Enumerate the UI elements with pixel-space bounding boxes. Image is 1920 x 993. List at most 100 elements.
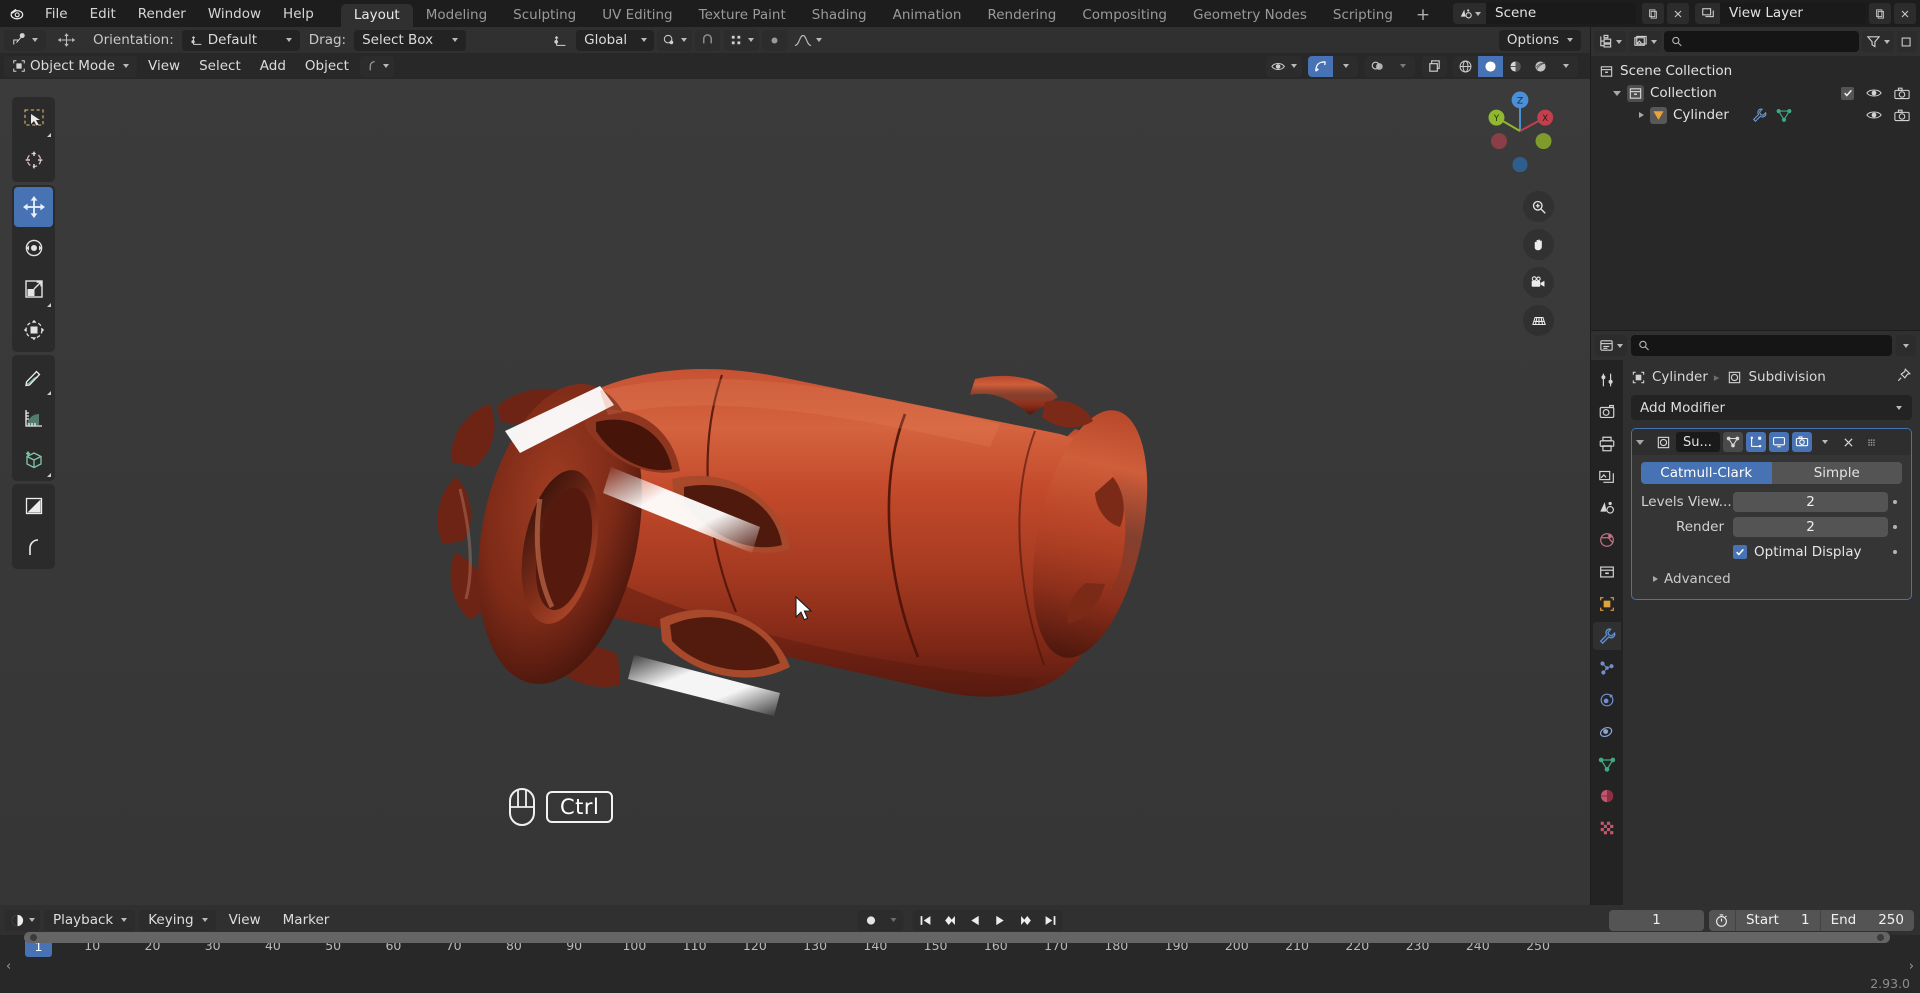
overlays-options-chevron[interactable]	[1390, 56, 1415, 77]
outliner-search-box[interactable]	[1664, 31, 1859, 52]
menu-help[interactable]: Help	[272, 3, 325, 25]
optimal-display-checkbox[interactable]	[1733, 545, 1747, 559]
gizmo-toggle-group[interactable]	[1308, 55, 1358, 77]
disclosure-triangle-icon[interactable]	[1653, 576, 1658, 582]
animate-property-dot[interactable]	[1888, 524, 1902, 529]
rendered-shading-icon[interactable]	[1528, 56, 1553, 77]
active-tool-icon[interactable]	[4, 29, 46, 51]
outliner-filter-dropdown[interactable]	[1862, 31, 1894, 52]
collection-checkbox[interactable]	[1841, 86, 1854, 100]
wrench-icon[interactable]	[1751, 107, 1767, 123]
object-data-tab[interactable]	[1593, 750, 1621, 778]
realtime-display-toggle[interactable]	[1769, 432, 1789, 452]
visibility-dropdown[interactable]	[1266, 55, 1302, 77]
current-frame-field[interactable]: 1	[1608, 909, 1704, 931]
tab-compositing[interactable]: Compositing	[1069, 4, 1180, 27]
eye-icon[interactable]	[1866, 109, 1882, 121]
pivot-point-dropdown[interactable]	[657, 29, 693, 51]
snap-magnet-icon[interactable]	[695, 30, 720, 51]
particles-tab[interactable]	[1593, 654, 1621, 682]
breadcrumb-object-name[interactable]: Cylinder	[1652, 369, 1708, 385]
tab-sculpting[interactable]: Sculpting	[500, 4, 589, 27]
camera-icon[interactable]	[1894, 87, 1910, 100]
falloff-curve-icon[interactable]	[790, 30, 826, 51]
render-tab[interactable]	[1593, 398, 1621, 426]
catmull-clark-button[interactable]: Catmull-Clark	[1641, 462, 1772, 484]
play-reverse-button[interactable]	[963, 910, 988, 931]
tab-layout[interactable]: Layout	[340, 4, 413, 27]
timeline-marker-menu[interactable]: Marker	[274, 910, 339, 931]
tab-rendering[interactable]: Rendering	[974, 4, 1069, 27]
start-frame-cell[interactable]: Start 1	[1734, 909, 1820, 931]
simple-button[interactable]: Simple	[1771, 462, 1902, 484]
constraints-tab[interactable]	[1593, 718, 1621, 746]
edit-mode-display-toggle[interactable]	[1723, 432, 1743, 452]
playback-menu[interactable]: Playback	[44, 909, 136, 931]
scene-selector[interactable]: Scene	[1453, 3, 1636, 24]
scene-tab[interactable]	[1593, 494, 1621, 522]
view-layer-selector[interactable]: View Layer	[1695, 3, 1866, 24]
render-display-toggle[interactable]	[1792, 432, 1812, 452]
transform-pivot-icon[interactable]	[549, 30, 573, 51]
add-workspace-button[interactable]: +	[1406, 4, 1440, 27]
menu-add[interactable]: Add	[252, 56, 294, 77]
disclosure-triangle-icon[interactable]	[1636, 439, 1644, 445]
modifier-name-field[interactable]: Su...	[1676, 432, 1720, 452]
scroll-handle-right[interactable]	[1877, 934, 1884, 941]
on-cage-toggle[interactable]	[1746, 432, 1766, 452]
annotate-tool[interactable]	[14, 357, 53, 397]
timeline-scroll-right-arrow[interactable]: ›	[1909, 959, 1914, 974]
menu-edit[interactable]: Edit	[79, 3, 127, 25]
outliner-display-mode-dropdown[interactable]	[1594, 31, 1626, 52]
overlays-toggle-icon[interactable]	[1365, 56, 1390, 77]
move-tool[interactable]	[14, 187, 53, 227]
animate-property-dot[interactable]	[1888, 499, 1902, 504]
collection-tab[interactable]	[1593, 558, 1621, 586]
timeline-scroll-thumb[interactable]	[24, 932, 1890, 943]
wireframe-shading-icon[interactable]	[1453, 56, 1478, 77]
scroll-handle-left[interactable]	[30, 934, 37, 941]
end-frame-cell[interactable]: End 250	[1819, 909, 1914, 931]
tab-scripting[interactable]: Scripting	[1320, 4, 1406, 27]
stopwatch-icon[interactable]	[1709, 913, 1735, 928]
navigation-gizmo[interactable]: Z X Y	[1478, 89, 1562, 173]
transform-orientation-preset[interactable]	[359, 55, 394, 77]
scale-tool[interactable]	[14, 269, 53, 309]
gizmo-toggle-icon[interactable]	[1308, 55, 1333, 77]
levels-viewport-field[interactable]: 2	[1733, 491, 1888, 512]
texture-tab[interactable]	[1593, 814, 1621, 842]
menu-view[interactable]: View	[140, 56, 188, 77]
modifier-tab[interactable]	[1593, 622, 1621, 650]
cursor-tool[interactable]	[14, 140, 53, 180]
advanced-section[interactable]: Advanced	[1641, 568, 1902, 590]
unlink-scene-button[interactable]	[1667, 3, 1689, 24]
tab-uv-editing[interactable]: UV Editing	[589, 4, 685, 27]
shear-tool[interactable]	[14, 486, 53, 526]
proportional-falloff-dropdown[interactable]	[762, 29, 788, 51]
outliner-row-cylinder[interactable]: Cylinder	[1591, 104, 1920, 126]
properties-editor-type-dropdown[interactable]	[1595, 335, 1627, 356]
menu-select[interactable]: Select	[191, 56, 249, 77]
record-icon[interactable]	[858, 910, 884, 931]
tab-geometry-nodes[interactable]: Geometry Nodes	[1180, 4, 1320, 27]
view-layer-tab[interactable]	[1593, 462, 1621, 490]
properties-search-box[interactable]	[1631, 335, 1892, 356]
tweak-tool[interactable]	[14, 99, 53, 139]
camera-icon[interactable]	[1894, 109, 1910, 122]
tab-modeling[interactable]: Modeling	[413, 4, 500, 27]
scene-icon[interactable]	[1453, 3, 1486, 24]
properties-search-input[interactable]	[1656, 338, 1885, 353]
properties-options-dropdown[interactable]	[1896, 335, 1916, 356]
pin-icon[interactable]	[1896, 367, 1912, 387]
add-cube-tool[interactable]	[14, 439, 53, 479]
outliner-row-scene-collection[interactable]: Scene Collection	[1591, 60, 1920, 82]
object-tab[interactable]	[1593, 590, 1621, 618]
outliner-filter-id-dropdown[interactable]	[1629, 31, 1661, 52]
add-modifier-button[interactable]: Add Modifier	[1631, 395, 1912, 420]
drag-dropdown[interactable]: Select Box	[354, 29, 467, 51]
outliner-search-input[interactable]	[1688, 34, 1852, 49]
menu-window[interactable]: Window	[197, 3, 272, 25]
animate-property-dot[interactable]	[1888, 550, 1902, 554]
rotate-tool[interactable]	[14, 228, 53, 268]
outliner-new-collection-button[interactable]	[1897, 31, 1917, 52]
